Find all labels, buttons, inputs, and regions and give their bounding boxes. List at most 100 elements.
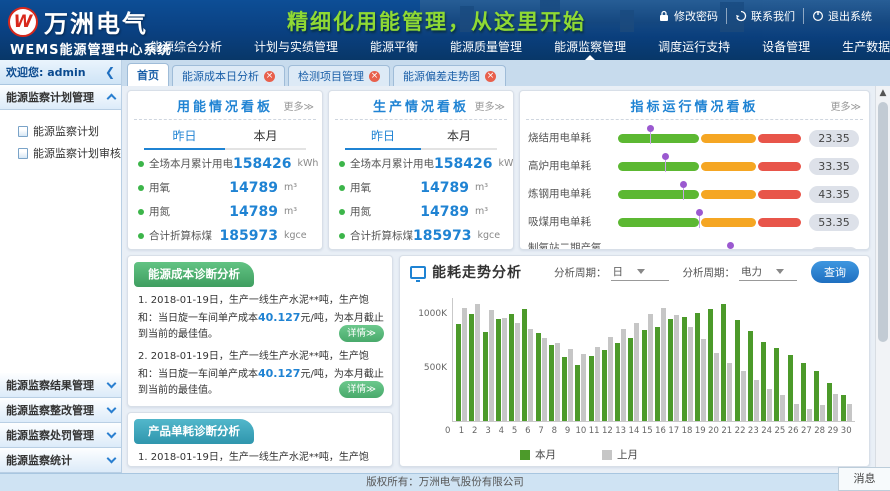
tab-cost-daily-analysis[interactable]: 能源成本日分析 × (172, 65, 285, 86)
nav-energy-quality[interactable]: 能源质量管理 (450, 38, 522, 55)
sidebar-collapse-icon[interactable]: ❮ (105, 65, 115, 79)
bar-current-month (735, 320, 740, 421)
tab-home[interactable]: 首页 (127, 63, 169, 86)
tab-label: 能源成本日分析 (182, 68, 259, 84)
metric-label: 合计折算标煤 (149, 228, 220, 243)
sidebar-item-supervision-plan[interactable]: 能源监察计划 (18, 120, 121, 142)
period-dropdown[interactable]: 日 (611, 263, 669, 281)
legend-swatch-icon (602, 450, 612, 460)
logout-link[interactable]: 退出系统 (803, 8, 880, 24)
metric-label: 用氧 (149, 180, 229, 195)
bar-group: 23 (748, 298, 759, 421)
bar-current-month (483, 332, 488, 421)
bar-previous-month (621, 329, 626, 421)
bar-previous-month (833, 394, 838, 421)
query-button[interactable]: 查询 (811, 261, 859, 283)
sidebar-section-plan-management[interactable]: 能源监察计划管理 (0, 85, 121, 110)
tab-deviation-trend[interactable]: 能源偏差走势图× (393, 65, 506, 86)
close-icon[interactable]: × (264, 71, 275, 82)
sidebar-section-statistics[interactable]: 能源监察统计 (0, 448, 121, 473)
x-tick-label: 23 (748, 426, 759, 436)
indicator-board: 指标运行情况看板 更多≫ 烧结用电单耗 23.35 高炉用电单耗 33.35 (519, 90, 870, 250)
bar-current-month (721, 304, 726, 421)
bar-group: 17 (668, 298, 679, 421)
close-icon[interactable]: × (369, 71, 380, 82)
x-tick-label: 12 (602, 426, 613, 436)
bar-previous-month (780, 395, 785, 421)
scrollbar-thumb[interactable] (878, 102, 888, 342)
contact-icon (735, 10, 747, 22)
nav-plan-performance[interactable]: 计划与实绩管理 (254, 38, 338, 55)
metric-unit: m³ (475, 182, 505, 193)
tab-this-month[interactable]: 本月 (225, 127, 306, 150)
nav-equipment[interactable]: 设备管理 (762, 38, 810, 55)
nav-dispatch-support[interactable]: 调度运行支持 (658, 38, 730, 55)
tab-yesterday[interactable]: 昨日 (144, 127, 225, 150)
bullet-icon (138, 209, 144, 215)
bar-group: 20 (708, 298, 719, 421)
bar-group: 12 (602, 298, 613, 421)
bar-previous-month (475, 304, 480, 421)
bar-group: 21 (721, 298, 732, 421)
sidebar-section-results[interactable]: 能源监察结果管理 (0, 373, 121, 398)
gauge-bar (618, 190, 801, 199)
nav-energy-analysis[interactable]: 能源综合分析 (150, 38, 222, 55)
bar-group: 19 (695, 298, 706, 421)
tab-this-month[interactable]: 本月 (421, 127, 497, 150)
energy-type-dropdown[interactable]: 电力 (739, 263, 797, 281)
item-number: 1. (138, 452, 148, 463)
contact-us-link[interactable]: 联系我们 (726, 8, 803, 24)
bar-current-month (668, 319, 673, 421)
bar-current-month (615, 343, 620, 421)
sidebar-section-rectification[interactable]: 能源监察整改管理 (0, 398, 121, 423)
bar-group: 8 (549, 298, 560, 421)
x-origin-label: 0 (445, 426, 450, 436)
more-link[interactable]: 更多≫ (284, 98, 314, 113)
sidebar-item-supervision-plan-review[interactable]: 能源监察计划审核 (18, 142, 121, 164)
metric-value: 14789 (229, 180, 278, 196)
metric-row: 全场本月累计用电158426kWh (329, 153, 513, 174)
nav-energy-balance[interactable]: 能源平衡 (370, 38, 418, 55)
detail-button[interactable]: 详情≫ (339, 325, 384, 342)
bar-current-month (456, 324, 461, 421)
vertical-scrollbar[interactable]: ▲ (875, 86, 890, 473)
bar-group: 16 (655, 298, 666, 421)
metric-label: 用氮 (350, 204, 420, 219)
more-link[interactable]: 更多≫ (475, 98, 505, 113)
bar-current-month (496, 319, 501, 421)
x-tick-label: 10 (575, 426, 586, 436)
chart-title: 能耗走势分析 (432, 262, 522, 282)
gauge-label: 烧结用电单耗 (528, 132, 610, 145)
x-tick-label: 2 (472, 426, 477, 436)
x-tick-label: 13 (615, 426, 626, 436)
change-password-link[interactable]: 修改密码 (650, 8, 726, 24)
x-tick-label: 5 (512, 426, 517, 436)
x-tick-label: 14 (629, 426, 640, 436)
scroll-up-icon[interactable]: ▲ (876, 86, 890, 100)
bar-current-month (841, 395, 846, 421)
nav-production-entry[interactable]: 生产数据录入 (842, 38, 890, 55)
gauge-label: 高炉用电单耗 (528, 160, 610, 173)
energy-usage-board: 用能情况看板 更多≫ 昨日 本月 全场本月累计用电158426kWh 用氧147… (127, 90, 323, 250)
bar-current-month (801, 363, 806, 421)
x-tick-label: 9 (565, 426, 570, 436)
more-link[interactable]: 更多≫ (831, 98, 861, 113)
bar-previous-month (608, 337, 613, 421)
sidebar-section-punishment[interactable]: 能源监察处罚管理 (0, 423, 121, 448)
tab-test-project-management[interactable]: 检测项目管理× (288, 65, 390, 86)
legend-current-month: 本月 (520, 447, 556, 462)
close-icon[interactable]: × (485, 71, 496, 82)
detail-button[interactable]: 详情≫ (339, 381, 384, 398)
bar-group: 24 (761, 298, 772, 421)
bar-group: 1 (456, 298, 467, 421)
gauge-marker-icon (662, 153, 669, 160)
tab-yesterday[interactable]: 昨日 (345, 127, 421, 150)
diagnosis-item: 1. 2018-01-19日，生产一线生产水泥**吨，生产饱和：当日旋一车间单产… (138, 450, 384, 467)
tab-label: 首页 (137, 67, 159, 83)
quick-link-label: 联系我们 (751, 8, 795, 24)
type-label: 分析周期： (683, 265, 736, 280)
x-tick-label: 20 (708, 426, 719, 436)
nav-energy-supervision[interactable]: 能源监察管理 (554, 38, 626, 55)
bar-current-month (682, 317, 687, 421)
message-tray-button[interactable]: 消息 (838, 467, 890, 491)
